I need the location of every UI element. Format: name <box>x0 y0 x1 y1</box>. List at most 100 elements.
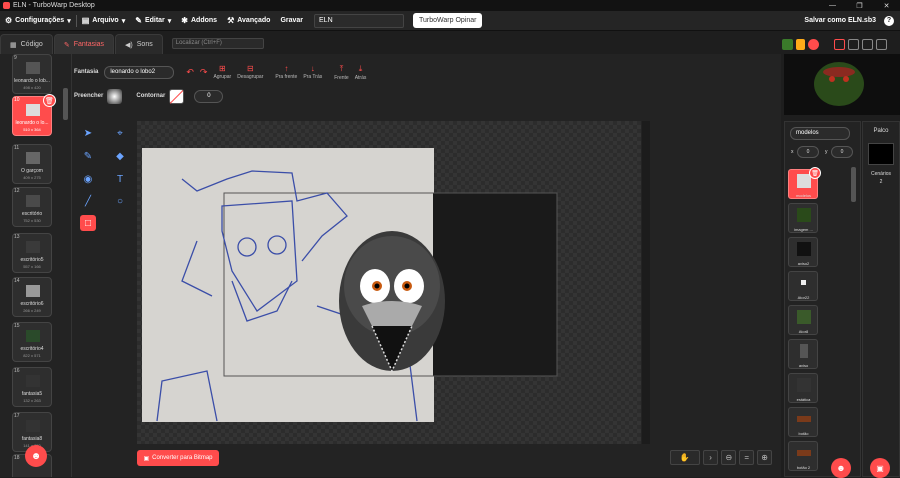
list-item[interactable]: 13 escritório5 557 x 166 <box>12 233 52 273</box>
stage-pane: Palco Cenários 2 ▣ <box>862 121 900 478</box>
front-button[interactable]: ⤒ Frente <box>334 64 348 81</box>
add-sprite-button[interactable]: ☻ <box>831 458 851 478</box>
group-button[interactable]: ⊞ Agrupar <box>213 64 231 80</box>
outline-color-swatch[interactable] <box>169 88 185 104</box>
outline-label: Contornar <box>136 93 166 99</box>
settings-menu[interactable]: ⚙ Configurações ▾ <box>0 11 76 31</box>
costume-list-scrollbar[interactable] <box>63 88 68 120</box>
rectangle-tool-icon[interactable]: □ <box>80 215 96 231</box>
stop-icon[interactable] <box>808 38 819 50</box>
list-item[interactable]: 11 O garçom 409 x 275 <box>12 144 52 184</box>
small-stage-icon[interactable] <box>834 38 845 50</box>
x-input[interactable]: 0 <box>797 146 819 158</box>
sprite-thumbnail <box>797 450 811 456</box>
undo-icon[interactable]: ↶ <box>186 67 194 78</box>
sprite-list-scrollbar[interactable] <box>851 167 856 202</box>
backdrop-thumbnail[interactable] <box>868 143 894 165</box>
delete-costume-button[interactable]: 🗑 <box>43 94 56 107</box>
delete-sprite-button[interactable]: 🗑 <box>809 167 821 179</box>
maximize-button[interactable]: ❐ <box>846 0 873 11</box>
costume-thumbnail <box>26 285 40 297</box>
stage-preview[interactable] <box>784 54 900 115</box>
save-as-button[interactable]: Salvar como ELN.sb3 <box>804 17 876 24</box>
ungroup-button[interactable]: ⊟ Desagrupar <box>237 64 263 80</box>
list-item[interactable]: 12 escritório 752 x 530 <box>12 187 52 227</box>
list-item[interactable]: aviso2 <box>788 237 818 267</box>
fill-tool-icon[interactable]: ◉ <box>80 171 96 187</box>
backward-button[interactable]: ↓ Pra Trás <box>303 64 322 80</box>
help-icon[interactable]: ? <box>884 15 894 26</box>
list-item[interactable]: imagem ... <box>788 203 818 233</box>
chevron-right-icon[interactable]: › <box>702 450 719 465</box>
canvas-scrollbar[interactable] <box>642 121 650 444</box>
sprite-name-input[interactable]: modelos <box>790 127 850 140</box>
brush-tool-icon[interactable]: ✎ <box>80 148 96 164</box>
window-title: ELN - TurboWarp Desktop <box>13 2 95 9</box>
costume-thumbnail <box>26 62 40 74</box>
robot-head-graphic <box>339 231 445 373</box>
close-button[interactable]: ✕ <box>873 0 900 11</box>
text-tool-icon[interactable]: T <box>112 171 128 187</box>
project-title-input[interactable]: ELN <box>314 13 405 28</box>
app-icon <box>3 2 10 9</box>
list-item[interactable]: 14 escritório6 266 x 249 <box>12 277 52 317</box>
line-tool-icon[interactable]: ╱ <box>80 193 96 209</box>
edit-menu[interactable]: ✎ Editar ▾ <box>130 11 176 31</box>
list-item[interactable]: Ator8 <box>788 305 818 335</box>
editor-toolbar-style: Preencher Contornar 0 <box>74 88 374 104</box>
list-item[interactable]: aviso <box>788 339 818 369</box>
full-stage-icon[interactable] <box>876 38 887 50</box>
share-button[interactable]: TurboWarp Opinar <box>413 13 483 28</box>
advanced-menu[interactable]: ⚒ Avançado <box>222 11 275 31</box>
addons-menu[interactable]: ✱ Addons <box>176 11 222 31</box>
stage-title: Palco <box>873 128 889 134</box>
list-item[interactable]: botão 2 <box>788 441 818 471</box>
eraser-tool-icon[interactable]: ◆ <box>112 148 128 164</box>
green-flag-icon[interactable] <box>782 38 793 50</box>
record-menu[interactable]: Gravar <box>275 11 308 31</box>
onion-skin-toggle[interactable]: ✋ <box>670 450 700 465</box>
outline-width-input[interactable]: 0 <box>194 89 224 103</box>
arrow-top-icon: ⤒ <box>339 63 344 73</box>
list-item[interactable]: Ator22 <box>788 271 818 301</box>
list-item[interactable]: 9 leonardo o lob... 498 x 420 <box>12 54 52 94</box>
chevron-down-icon: ▾ <box>67 17 71 25</box>
back-button[interactable]: ⤓ Atrás <box>355 64 367 81</box>
tab-sounds[interactable]: ◀) Sons <box>115 34 163 54</box>
reshape-tool-icon[interactable]: ⌖ <box>112 125 128 141</box>
costume-name-input[interactable]: leonardo o lobo2 <box>104 65 175 79</box>
fullscreen-icon[interactable] <box>862 38 873 50</box>
add-costume-button[interactable]: ☻ <box>25 445 47 467</box>
zoom-reset-icon[interactable]: = <box>739 450 755 465</box>
select-tool-icon[interactable]: ➤ <box>80 125 96 141</box>
stage-graphic <box>784 54 900 115</box>
add-backdrop-button[interactable]: ▣ <box>870 458 890 478</box>
file-menu[interactable]: ▤ Arquivo ▾ <box>77 11 131 31</box>
tab-costumes[interactable]: ✎ Fantasias <box>53 34 115 54</box>
find-input[interactable]: Localizar (Ctrl+F) <box>171 38 264 49</box>
tab-code[interactable]: ▦ Código <box>0 34 53 54</box>
pause-icon[interactable] <box>796 38 805 50</box>
sprite-thumbnail <box>797 242 811 256</box>
minimize-button[interactable]: — <box>819 0 846 11</box>
redo-icon[interactable]: ↷ <box>200 67 208 78</box>
backdrops-count: 2 <box>879 179 883 185</box>
list-item[interactable]: 15 escritório4 822 x 571 <box>12 322 52 362</box>
list-item[interactable]: 16 fantasia5 132 x 263 <box>12 367 52 407</box>
large-stage-icon[interactable] <box>848 38 859 50</box>
sprite-thumbnail <box>800 344 808 358</box>
zoom-out-icon[interactable]: ⊖ <box>721 450 737 465</box>
list-item[interactable]: estática <box>788 373 818 403</box>
list-item[interactable]: botão <box>788 407 818 437</box>
image-icon: ▣ <box>143 455 150 462</box>
forward-button[interactable]: ↑ Pra frente <box>275 64 297 80</box>
fill-color-swatch[interactable] <box>107 88 123 104</box>
costume-label: Fantasia <box>74 69 99 75</box>
y-input[interactable]: 0 <box>831 146 853 158</box>
zoom-in-icon[interactable]: ⊕ <box>757 450 773 465</box>
dark-layer <box>433 193 557 376</box>
convert-to-bitmap-button[interactable]: ▣ Converter para Bitmap <box>137 450 219 466</box>
costume-thumbnail <box>26 420 40 432</box>
paint-canvas[interactable] <box>137 121 641 444</box>
circle-tool-icon[interactable]: ○ <box>112 193 128 209</box>
